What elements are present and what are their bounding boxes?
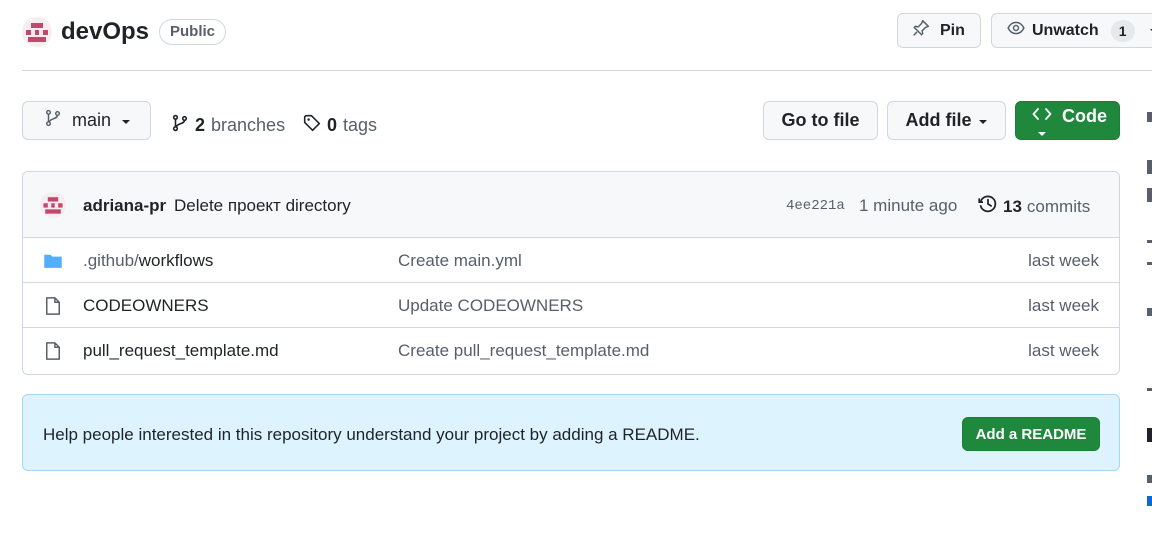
file-name[interactable]: CODEOWNERS [83,296,209,316]
latest-commit-bar: adriana-pr Delete проект directory 4ee22… [23,172,1119,238]
file-time: last week [1028,251,1099,270]
add-file-button[interactable]: Add file [887,101,1006,140]
pin-button[interactable]: Pin [897,13,981,48]
tags-label: tags [343,115,378,135]
commit-sha[interactable]: 4ee221a [786,198,845,214]
branch-select-button[interactable]: main [22,101,151,140]
readme-banner: Help people interested in this repositor… [22,394,1120,471]
history-icon [978,194,998,219]
branches-label: branches [211,115,286,135]
sidebar-fragment [1147,262,1152,265]
commit-author[interactable]: adriana-pr [83,196,166,216]
pin-label: Pin [940,21,965,39]
code-button[interactable]: Code [1015,101,1120,140]
pin-icon [912,19,930,42]
readme-banner-text: Help people interested in this repositor… [43,425,700,444]
add-file-label: Add file [905,110,972,130]
sidebar-fragment [1147,112,1152,122]
file-row[interactable]: .github/workflows Create main.yml last w… [23,238,1119,283]
repo-owner-avatar[interactable] [22,17,52,47]
code-icon [1032,106,1052,136]
commit-time: 1 minute ago [859,196,958,215]
file-commit-message[interactable]: Create main.yml [398,251,522,271]
code-label: Code [1062,106,1107,126]
chevron-down-icon [121,110,131,131]
branch-name: main [72,110,112,130]
file-name[interactable]: pull_request_template.md [83,341,279,361]
sidebar-fragment [1147,188,1152,202]
commit-count: 13 [1003,196,1022,216]
visibility-badge: Public [159,19,227,45]
sidebar-fragment [1147,428,1152,442]
file-row[interactable]: CODEOWNERS Update CODEOWNERS last week [23,283,1119,328]
commit-message[interactable]: Delete проект directory [174,196,351,216]
tags-link[interactable]: 0 tags [303,114,377,137]
sidebar-fragment [1147,308,1152,316]
branches-link[interactable]: 2 branches [171,114,285,137]
file-time: last week [1028,341,1099,360]
file-row[interactable]: pull_request_template.md Create pull_req… [23,328,1119,373]
file-browser: adriana-pr Delete проект directory 4ee22… [22,171,1120,375]
branch-count: 2 [195,115,206,135]
add-readme-button[interactable]: Add a README [962,417,1100,451]
tag-count: 0 [327,115,338,135]
file-icon [43,341,63,361]
file-name[interactable]: .github/workflows [83,251,213,271]
eye-icon [1006,19,1026,42]
file-commit-message[interactable]: Create pull_request_template.md [398,341,649,361]
repo-name[interactable]: devOps [61,16,149,48]
watch-count: 1 [1110,19,1135,42]
commit-author-avatar[interactable] [40,192,66,218]
header-divider [22,70,1152,71]
commits-label: commits [1026,196,1091,216]
sidebar-fragment [1147,475,1152,483]
folder-icon [43,251,63,271]
tag-icon [303,114,321,137]
unwatch-label: Unwatch [1032,21,1099,39]
sidebar-fragment [1147,240,1152,243]
git-branch-icon [171,114,189,137]
file-time: last week [1028,296,1099,315]
commits-link[interactable]: 13 commits [978,194,1090,219]
file-icon [43,296,63,316]
sidebar-fragment [1147,388,1152,391]
go-to-file-button[interactable]: Go to file [763,101,878,140]
unwatch-button[interactable]: Unwatch 1 [991,13,1152,48]
chevron-down-icon [1038,132,1046,136]
git-branch-icon [44,109,62,132]
sidebar-fragment [1147,160,1152,174]
chevron-down-icon [978,110,988,131]
file-commit-message[interactable]: Update CODEOWNERS [398,296,583,316]
sidebar-fragment [1147,496,1152,506]
